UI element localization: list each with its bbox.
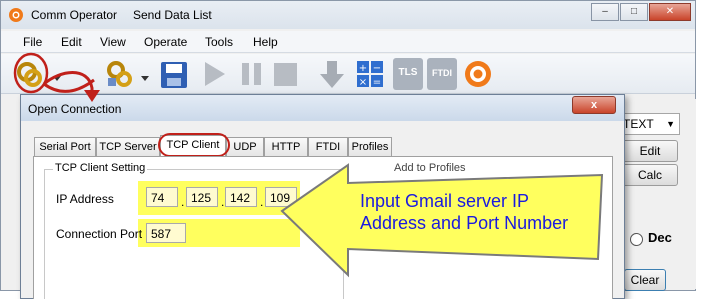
group-title: TCP Client Setting	[53, 162, 148, 174]
tab-serial-port[interactable]: Serial Port	[34, 137, 96, 157]
menu-file[interactable]: File	[23, 35, 42, 49]
tls-icon[interactable]: TLS	[393, 58, 423, 90]
connect-icon[interactable]	[15, 58, 45, 90]
tab-tcp-server[interactable]: TCP Server	[96, 137, 160, 157]
play-icon[interactable]	[199, 58, 229, 90]
format-select-value: TEXT	[623, 117, 654, 131]
connection-port-label: Connection Port	[56, 227, 143, 241]
disconnect-dropdown-icon[interactable]	[139, 58, 151, 90]
callout-line-2: Address and Port Number	[360, 213, 569, 233]
title-bar: Comm Operator Send Data List – □ ✕	[1, 1, 695, 29]
ip-octet-2-field[interactable]: 125	[186, 187, 218, 207]
tab-highlight-circle	[158, 133, 230, 157]
menu-tools[interactable]: Tools	[205, 35, 233, 49]
pause-icon[interactable]	[237, 58, 267, 90]
ip-separator: .	[221, 195, 225, 209]
disconnect-icon[interactable]	[105, 58, 135, 90]
menu-help[interactable]: Help	[253, 35, 278, 49]
chevron-down-icon: ▼	[666, 119, 675, 129]
tab-http[interactable]: HTTP	[264, 137, 308, 157]
maximize-button[interactable]: □	[620, 3, 648, 21]
ip-separator: .	[181, 195, 185, 209]
format-select[interactable]: TEXT ▼	[618, 113, 680, 135]
minimize-button[interactable]: –	[591, 3, 619, 21]
callout-text: Input Gmail server IP Address and Port N…	[360, 190, 568, 234]
calc-button[interactable]: Calc	[622, 164, 678, 186]
app-title: Comm Operator	[31, 8, 118, 22]
app-subtitle: Send Data List	[133, 8, 212, 22]
tab-ftdi[interactable]: FTDI	[308, 137, 348, 157]
connect-dropdown-icon[interactable]	[51, 58, 63, 90]
ip-address-label: IP Address	[56, 192, 114, 206]
dialog-title: Open Connection	[28, 102, 122, 116]
dec-radio[interactable]	[630, 233, 643, 246]
menu-operate[interactable]: Operate	[144, 35, 187, 49]
callout-line-1: Input Gmail server IP	[360, 191, 530, 211]
app-logo-icon[interactable]	[463, 58, 493, 90]
stop-icon[interactable]	[271, 58, 301, 90]
dialog-title-bar: Open Connection x	[21, 95, 624, 121]
download-icon[interactable]	[317, 58, 347, 90]
dialog-close-button[interactable]: x	[572, 96, 616, 114]
menu-edit[interactable]: Edit	[61, 35, 82, 49]
menu-view[interactable]: View	[100, 35, 126, 49]
ftdi-icon[interactable]: FTDI	[427, 58, 457, 90]
clear-button[interactable]: Clear	[624, 269, 666, 291]
dec-label: Dec	[648, 230, 672, 245]
ip-octet-3-field[interactable]: 142	[225, 187, 257, 207]
connection-port-field[interactable]: 587	[146, 223, 186, 243]
toolbar: + − × = TLS FTDI	[1, 54, 695, 94]
svg-text:×: ×	[359, 77, 367, 88]
calculator-icon[interactable]: + − × =	[355, 58, 385, 90]
tab-profiles[interactable]: Profiles	[348, 137, 392, 157]
ip-separator: .	[260, 195, 264, 209]
tab-udp[interactable]: UDP	[226, 137, 264, 157]
ip-octet-1-field[interactable]: 74	[146, 187, 178, 207]
close-button[interactable]: ✕	[649, 3, 691, 21]
svg-text:−: −	[373, 63, 381, 74]
svg-text:=: =	[373, 77, 381, 88]
app-logo-icon	[9, 8, 23, 22]
save-icon[interactable]	[159, 58, 189, 90]
svg-text:+: +	[359, 63, 367, 74]
menu-bar: File Edit View Operate Tools Help	[1, 31, 695, 53]
edit-button[interactable]: Edit	[622, 140, 678, 162]
